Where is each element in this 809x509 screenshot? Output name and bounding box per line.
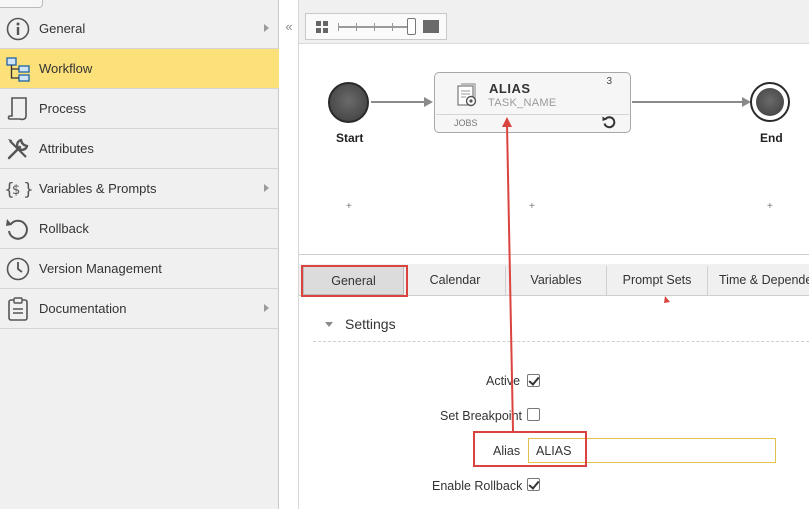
zoom-slider-track[interactable] bbox=[338, 23, 410, 31]
chevron-right-icon bbox=[264, 24, 269, 32]
sidebar-item-label: Workflow bbox=[39, 61, 93, 76]
clipboard-icon bbox=[0, 289, 36, 329]
tab-prompt-sets[interactable]: Prompt Sets bbox=[607, 266, 708, 295]
task-type: JOBS bbox=[454, 118, 478, 128]
task-node[interactable]: ALIAS TASK_NAME 3 JOBS bbox=[434, 72, 631, 133]
task-name: TASK_NAME bbox=[488, 97, 557, 109]
sidebar-item-general[interactable]: General bbox=[0, 9, 279, 49]
end-label: End bbox=[760, 131, 783, 145]
add-node-handle[interactable]: + bbox=[529, 201, 535, 212]
sidebar-item-workflow[interactable]: Workflow bbox=[0, 49, 279, 89]
sidebar-top-tab bbox=[0, 0, 43, 8]
tab-bar: General Calendar Variables Prompt Sets T… bbox=[299, 264, 809, 296]
chevron-right-icon bbox=[264, 304, 269, 312]
alias-input[interactable] bbox=[528, 438, 776, 463]
divider bbox=[313, 341, 809, 342]
tab-general[interactable]: General bbox=[303, 266, 404, 295]
sidebar-item-process[interactable]: Process bbox=[0, 89, 279, 129]
sidebar-item-label: Version Management bbox=[39, 261, 162, 276]
start-label: Start bbox=[336, 131, 364, 145]
add-node-handle[interactable]: + bbox=[346, 201, 352, 212]
process-icon bbox=[0, 89, 36, 129]
sidebar-item-label: General bbox=[39, 21, 86, 36]
collapse-caret-icon bbox=[325, 321, 333, 327]
job-task-icon bbox=[457, 83, 479, 107]
zoom-slider-handle[interactable] bbox=[407, 18, 416, 35]
sidebar-item-label: Documentation bbox=[39, 301, 127, 316]
settings-title: Settings bbox=[345, 316, 396, 332]
zoom-control bbox=[305, 13, 447, 40]
sidebar-item-attributes[interactable]: Attributes bbox=[0, 129, 279, 169]
sidebar-item-documentation[interactable]: Documentation bbox=[0, 289, 279, 329]
rollback-label: Enable Rollback bbox=[432, 479, 523, 493]
connector-start-task bbox=[371, 101, 426, 103]
variables-icon: {$} bbox=[0, 169, 36, 209]
sidebar: General Workflow Process Attributes {$} … bbox=[0, 0, 279, 509]
workflow-canvas[interactable]: Start ALIAS TASK_NAME 3 JOBS End + + + bbox=[299, 45, 809, 255]
workflow-toolbar bbox=[299, 0, 809, 44]
sidebar-item-label: Rollback bbox=[39, 221, 89, 236]
divider bbox=[436, 114, 629, 115]
tab-calendar[interactable]: Calendar bbox=[405, 266, 506, 295]
active-checkbox[interactable] bbox=[527, 374, 540, 387]
collapse-sidebar-icon[interactable]: « bbox=[283, 20, 295, 34]
svg-text:}: } bbox=[23, 180, 32, 200]
settings-section-header[interactable]: Settings bbox=[325, 316, 396, 332]
start-node[interactable] bbox=[328, 82, 369, 123]
breakpoint-label: Set Breakpoint bbox=[440, 409, 522, 423]
clock-icon bbox=[0, 249, 36, 289]
sidebar-item-label: Process bbox=[39, 101, 86, 116]
task-alias: ALIAS bbox=[489, 81, 531, 96]
end-node[interactable] bbox=[750, 82, 790, 122]
sidebar-item-rollback[interactable]: Rollback bbox=[0, 209, 279, 249]
fit-to-screen-icon[interactable] bbox=[423, 20, 439, 33]
task-count: 3 bbox=[606, 76, 612, 87]
arrowhead bbox=[424, 97, 433, 107]
info-icon bbox=[0, 9, 36, 49]
active-label: Active bbox=[486, 374, 521, 388]
sidebar-item-label: Variables & Prompts bbox=[39, 181, 157, 196]
sidebar-item-version-management[interactable]: Version Management bbox=[0, 249, 279, 289]
grid-view-icon[interactable] bbox=[316, 21, 328, 33]
wrench-icon bbox=[0, 129, 36, 169]
sidebar-item-variables-prompts[interactable]: {$} Variables & Prompts bbox=[0, 169, 279, 209]
tab-variables[interactable]: Variables bbox=[506, 266, 607, 295]
breakpoint-checkbox[interactable] bbox=[527, 408, 540, 421]
add-node-handle[interactable]: + bbox=[767, 201, 773, 212]
sidebar-item-label: Attributes bbox=[39, 141, 94, 156]
refresh-icon[interactable] bbox=[602, 115, 616, 129]
rollback-checkbox[interactable] bbox=[527, 478, 540, 491]
rollback-icon bbox=[0, 209, 36, 249]
tab-time-dependencies[interactable]: Time & Dependencies bbox=[708, 266, 809, 295]
alias-label: Alias bbox=[493, 444, 521, 458]
chevron-right-icon bbox=[264, 184, 269, 192]
workflow-icon bbox=[0, 49, 36, 89]
svg-text:$: $ bbox=[12, 183, 20, 198]
panel-splitter[interactable]: « bbox=[279, 0, 299, 509]
connector-task-end bbox=[632, 101, 744, 103]
